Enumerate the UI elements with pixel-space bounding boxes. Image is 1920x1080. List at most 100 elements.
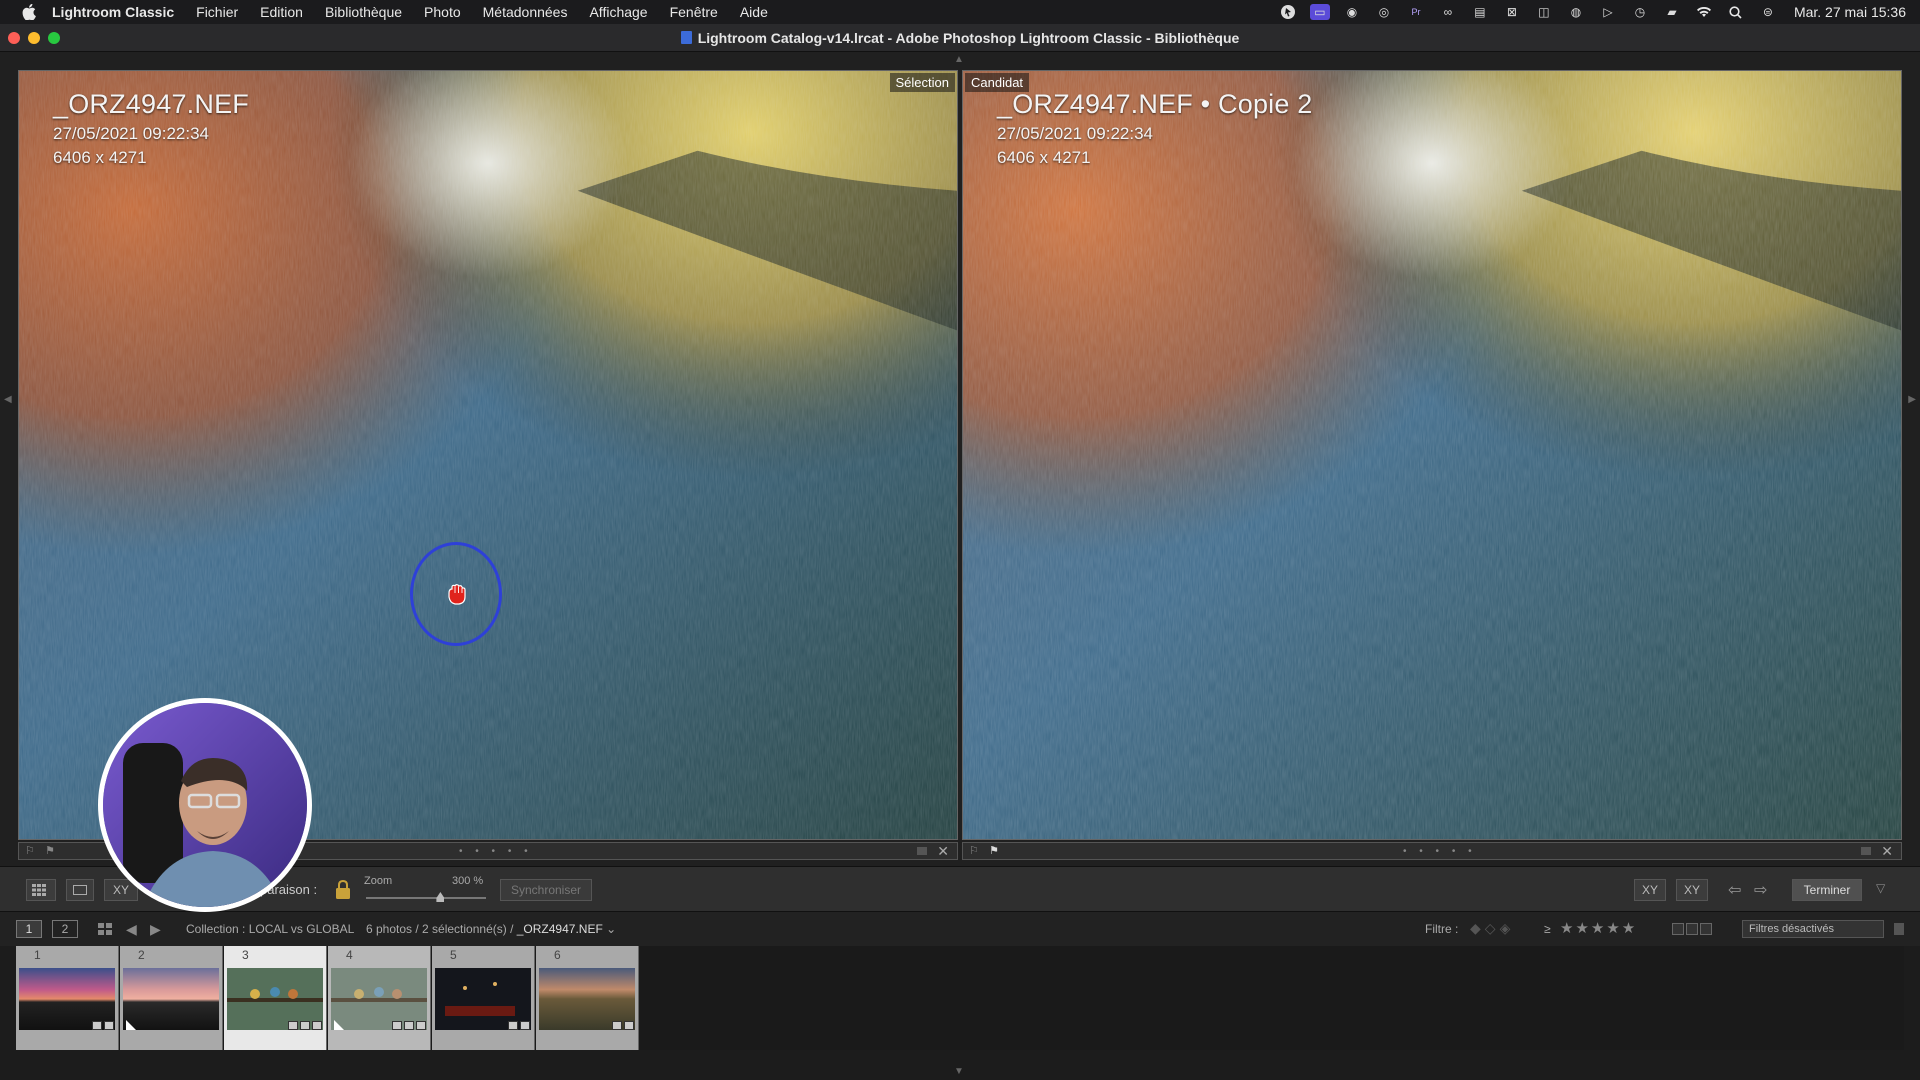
zoom-slider-track[interactable] <box>366 897 486 899</box>
film-thumb-2[interactable]: 2 <box>120 946 223 1050</box>
menu-aide[interactable]: Aide <box>740 4 768 20</box>
screen-record-icon[interactable]: ▭ <box>1309 4 1330 20</box>
cursor-pointer-icon[interactable] <box>1278 4 1298 20</box>
candidate-date: 27/05/2021 09:22:34 <box>997 124 1153 143</box>
candidate-pane[interactable]: Candidat _ORZ4947.NEF • Copie 2 27/05/20… <box>962 70 1902 840</box>
filter-flag-reject-icon[interactable]: ◈ <box>1500 920 1511 937</box>
navigate-back-icon[interactable]: ◀ <box>126 921 137 938</box>
select-rating-dots[interactable]: • • • • • <box>459 846 533 857</box>
filmstrip-header: 1 2 ◀ ▶ Collection : LOCAL vs GLOBAL 6 p… <box>0 912 1920 946</box>
candidate-color-label-icon[interactable] <box>1861 847 1871 855</box>
film-thumb-5[interactable]: 5 <box>432 946 535 1050</box>
flag-reject-icon[interactable]: ⚐ <box>969 845 983 857</box>
menu-bibliotheque[interactable]: Bibliothèque <box>325 4 402 20</box>
filter-color-2[interactable] <box>1686 923 1698 935</box>
menu-fenetre[interactable]: Fenêtre <box>670 4 718 20</box>
menu-affichage[interactable]: Affichage <box>589 4 647 20</box>
menu-metadonnees[interactable]: Métadonnées <box>483 4 568 20</box>
select-filename: _ORZ4947.NEF <box>53 89 249 119</box>
previous-photo-icon[interactable]: ⇦ <box>1728 880 1741 900</box>
keyword-badge-icon <box>392 1021 402 1030</box>
film-thumb-4[interactable]: 4 <box>328 946 431 1050</box>
select-photo-info: _ORZ4947.NEF 27/05/2021 09:22:34 6406 x … <box>53 89 249 168</box>
filter-color-3[interactable] <box>1700 923 1712 935</box>
photo-count[interactable]: 6 photos / 2 sélectionné(s) / _ORZ4947.N… <box>366 922 616 936</box>
film-thumb-3[interactable]: 3 <box>224 946 327 1050</box>
user-circle-icon[interactable]: ◍ <box>1566 4 1586 20</box>
filter-flag-unflagged-icon[interactable]: ◇ <box>1485 920 1496 937</box>
left-panel-toggle-icon[interactable]: ◀ <box>4 394 12 405</box>
control-center-icon[interactable]: ⊜ <box>1758 4 1778 20</box>
flag-reject-icon[interactable]: ⚐ <box>25 845 39 857</box>
zoom-slider-thumb[interactable] <box>436 892 445 902</box>
filter-rating-operator[interactable]: ≥ <box>1544 922 1551 936</box>
premiere-icon[interactable]: Pr <box>1406 4 1426 20</box>
toolbar-menu-chevron-icon[interactable]: ▽ <box>1876 881 1885 895</box>
make-select-button[interactable]: XY <box>1676 879 1708 901</box>
minimize-window-button[interactable] <box>28 32 40 44</box>
select-date: 27/05/2021 09:22:34 <box>53 124 209 143</box>
flag-pick-icon[interactable]: ⚑ <box>989 845 1003 857</box>
close-window-button[interactable] <box>8 32 20 44</box>
lock-icon[interactable] <box>334 879 352 901</box>
menu-fichier[interactable]: Fichier <box>196 4 238 20</box>
select-color-label-icon[interactable] <box>917 847 927 855</box>
filter-lock-icon[interactable] <box>1894 923 1904 935</box>
loupe-view-button[interactable] <box>66 879 94 901</box>
clipboard-icon[interactable]: ▤ <box>1470 4 1490 20</box>
camera-icon[interactable]: ◉ <box>1342 4 1362 20</box>
collection-path[interactable]: Collection : LOCAL vs GLOBAL <box>186 922 354 936</box>
filter-flag-pick-icon[interactable]: ◆ <box>1470 920 1481 937</box>
wifi-icon[interactable] <box>1694 4 1714 20</box>
battery-icon[interactable]: ▰ <box>1662 4 1682 20</box>
thumb-number: 1 <box>34 948 41 962</box>
window-title: Lightroom Catalog-v14.lrcat - Adobe Phot… <box>697 29 1240 46</box>
done-button[interactable]: Terminer <box>1792 879 1862 901</box>
thumb-badges <box>288 1021 322 1030</box>
thumb-number: 3 <box>242 948 249 962</box>
bottom-panel-toggle-icon[interactable]: ▼ <box>954 1066 964 1077</box>
menubar-clock[interactable]: Mar. 27 mai 15:36 <box>1794 4 1906 20</box>
select-close-icon[interactable]: ✕ <box>937 843 949 859</box>
creative-cloud-icon[interactable]: ∞ <box>1438 4 1458 20</box>
grid-view-button[interactable] <box>26 879 56 901</box>
film-thumb-6[interactable]: 6 <box>536 946 639 1050</box>
filter-color-labels <box>1672 923 1712 935</box>
right-panel-toggle-icon[interactable]: ▶ <box>1908 394 1916 405</box>
zoom-window-button[interactable] <box>48 32 60 44</box>
filmstrip-grid-icon[interactable] <box>98 923 112 935</box>
menu-edition[interactable]: Edition <box>260 4 303 20</box>
primary-screen-button[interactable]: 1 <box>16 920 42 938</box>
thumb-badges <box>92 1021 114 1030</box>
candidate-rating-dots[interactable]: • • • • • <box>1403 846 1477 857</box>
circle-badge-icon[interactable]: ◎ <box>1374 4 1394 20</box>
candidate-photo-info: _ORZ4947.NEF • Copie 2 27/05/2021 09:22:… <box>997 89 1313 168</box>
sync-button[interactable]: Synchroniser <box>500 879 592 901</box>
menu-photo[interactable]: Photo <box>424 4 461 20</box>
filter-preset-select[interactable]: Filtres désactivés <box>1742 920 1884 938</box>
filter-color-1[interactable] <box>1672 923 1684 935</box>
library-toolbar: XY paraison : Zoom 300 % Synchroniser XY… <box>0 866 1920 912</box>
thumb-badges <box>392 1021 426 1030</box>
split-view-icon[interactable]: ◫ <box>1534 4 1554 20</box>
thumb-number: 6 <box>554 948 561 962</box>
candidate-close-icon[interactable]: ✕ <box>1881 843 1893 859</box>
close-box-icon[interactable]: ⊠ <box>1502 4 1522 20</box>
filter-rating-stars[interactable]: ★★★★★ <box>1560 919 1637 937</box>
photo-count-text: 6 photos / 2 sélectionné(s) / <box>366 922 517 936</box>
thumb-image <box>123 968 219 1030</box>
time-machine-icon[interactable]: ◷ <box>1630 4 1650 20</box>
apple-icon[interactable] <box>18 1 40 23</box>
search-icon[interactable] <box>1726 4 1746 20</box>
menu-app-name[interactable]: Lightroom Classic <box>52 4 174 20</box>
top-panel-toggle-icon[interactable]: ▲ <box>954 54 964 65</box>
secondary-screen-button[interactable]: 2 <box>52 920 78 938</box>
photo-menu-chevron-icon[interactable]: ⌄ <box>606 922 616 936</box>
film-thumb-1[interactable]: 1 <box>16 946 119 1050</box>
swap-select-candidate-button[interactable]: XY <box>1634 879 1666 901</box>
navigate-forward-icon[interactable]: ▶ <box>150 921 161 938</box>
next-photo-icon[interactable]: ⇨ <box>1754 880 1767 900</box>
play-circle-icon[interactable]: ▷ <box>1598 4 1618 20</box>
candidate-photo[interactable] <box>963 71 1901 839</box>
flag-pick-icon[interactable]: ⚑ <box>45 845 59 857</box>
